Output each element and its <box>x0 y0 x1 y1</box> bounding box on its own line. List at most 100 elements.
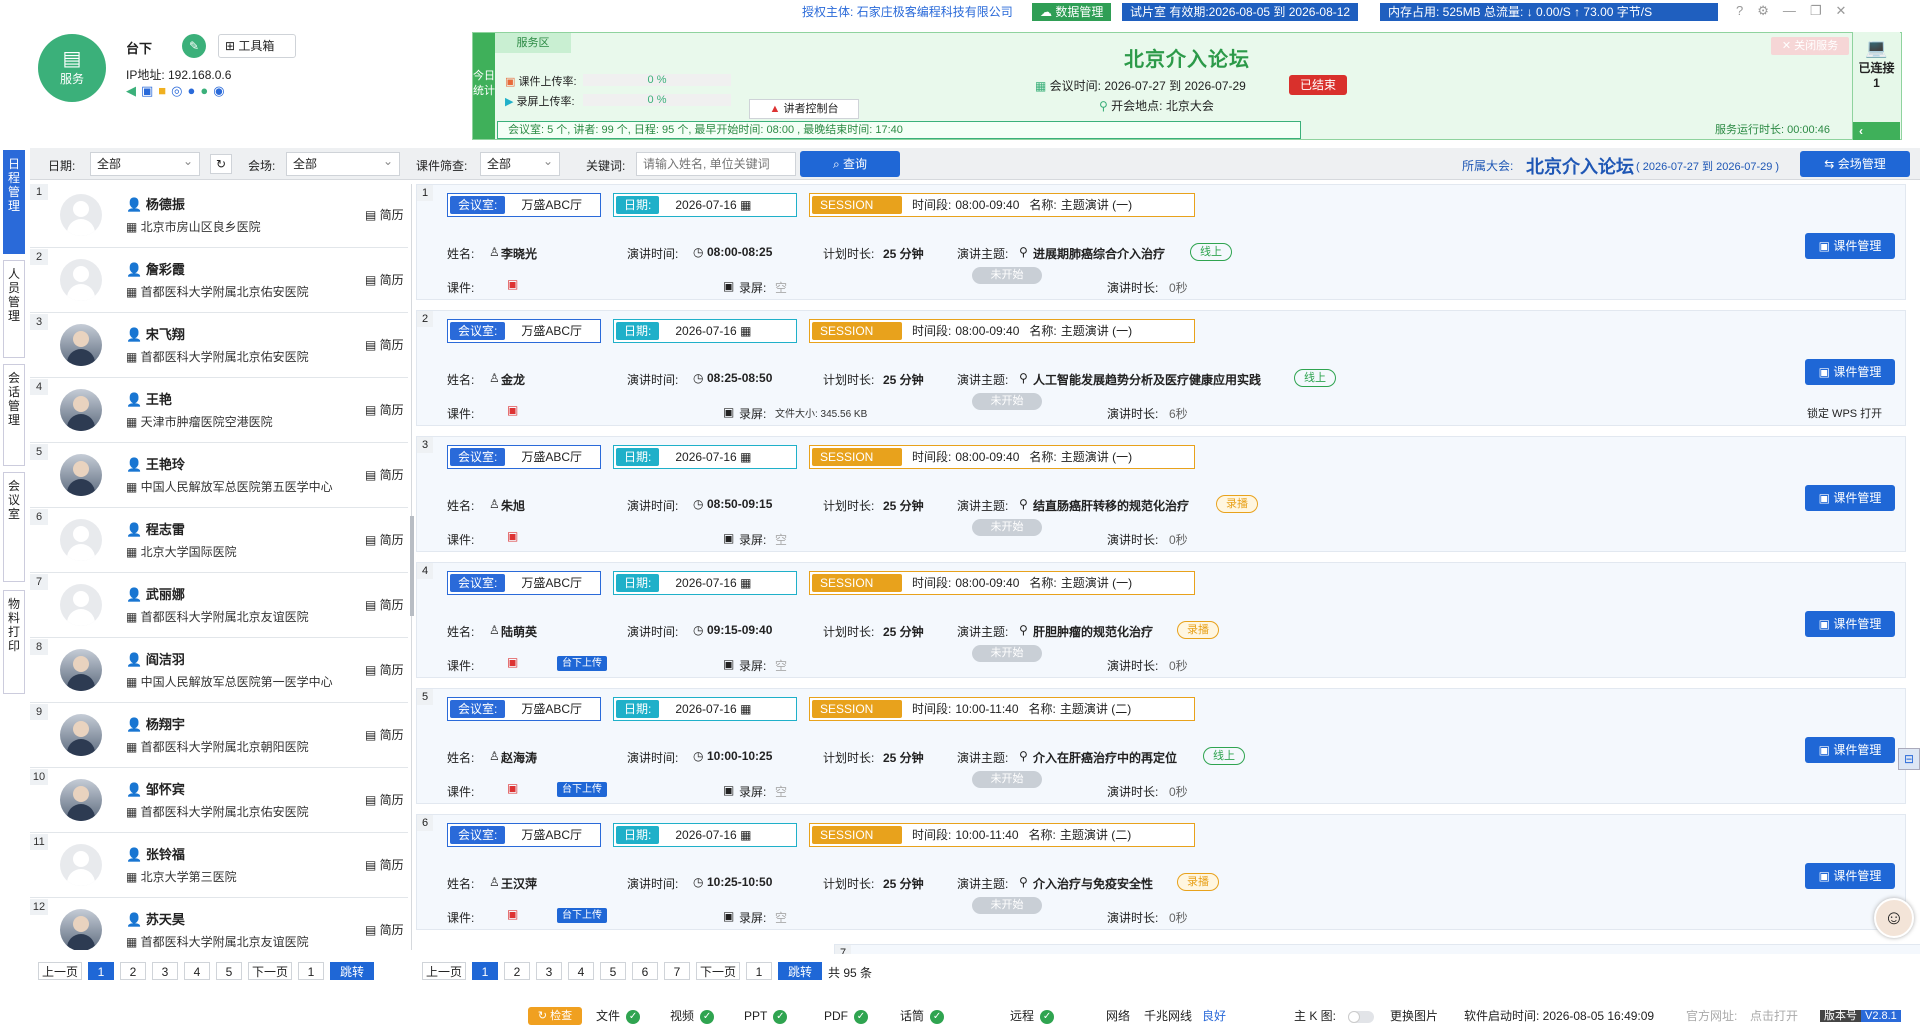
site-link[interactable]: 点击打开 <box>1750 1004 1798 1028</box>
document-icon: ▤ <box>365 663 380 677</box>
course-manage-button[interactable]: ▣ 课件管理 <box>1805 359 1895 385</box>
course-filter-select[interactable]: 全部 <box>480 150 560 176</box>
folder-icon[interactable]: ■ <box>158 83 171 98</box>
speaker-row[interactable]: 5 👤 王艳玲 ▦ 中国人民解放军总医院第五医学中心 ▤ 简历 <box>30 444 408 508</box>
jump-button[interactable]: 跳转 <box>778 962 822 980</box>
page-1[interactable]: 1 <box>88 962 114 980</box>
minimize-icon[interactable]: — <box>1783 3 1810 18</box>
data-mgmt-button[interactable]: ☁ 数据管理 <box>1032 3 1112 21</box>
speaker-row[interactable]: 10 👤 邹怀宾 ▦ 首都医科大学附属北京佑安医院 ▤ 简历 <box>30 769 408 833</box>
speaker-console-button[interactable]: ▲ 讲者控制台 <box>749 99 859 119</box>
close-service-button[interactable]: ✕ 关闭服务 <box>1771 37 1849 55</box>
toolbox-button[interactable]: ⊞ 工具箱 <box>218 34 296 58</box>
assistant-avatar-icon[interactable]: ☺ <box>1874 898 1914 938</box>
restore-icon[interactable]: ❐ <box>1810 3 1836 18</box>
tab-people[interactable]: 人员管理 <box>3 260 25 358</box>
wechat-icon[interactable]: ● <box>200 83 213 98</box>
wps-open-link[interactable]: 锁定 WPS 打开 <box>1807 405 1882 421</box>
speaker-row[interactable]: 3 👤 宋飞翔 ▦ 首都医科大学附属北京佑安医院 ▤ 简历 <box>30 314 408 378</box>
tab-schedule[interactable]: 日程管理 <box>3 150 25 254</box>
calendar-icon[interactable]: ▦ <box>737 450 751 464</box>
speaker-row[interactable]: 9 👤 杨翔宇 ▦ 首都医科大学附属北京朝阳医院 ▤ 简历 <box>30 704 408 768</box>
speaker-icon[interactable]: ◀ <box>126 83 141 98</box>
course-manage-button[interactable]: ▣ 课件管理 <box>1805 485 1895 511</box>
resume-button[interactable]: ▤ 简历 <box>365 401 404 418</box>
speaker-row[interactable]: 1 👤 杨德振 ▦ 北京市房山区良乡医院 ▤ 简历 <box>30 184 408 248</box>
resume-button[interactable]: ▤ 简历 <box>365 726 404 743</box>
resume-button[interactable]: ▤ 简历 <box>365 921 404 938</box>
side-panel-icon[interactable]: ⊟ <box>1898 748 1920 770</box>
page-input[interactable]: 1 <box>298 962 324 980</box>
course-manage-button[interactable]: ▣ 课件管理 <box>1805 863 1895 889</box>
page-3[interactable]: 3 <box>152 962 178 980</box>
upload-button[interactable]: 台下上传 <box>557 908 607 923</box>
resume-button[interactable]: ▤ 简历 <box>365 206 404 223</box>
prev-page-button[interactable]: 上一页 <box>38 962 82 980</box>
course-manage-button[interactable]: ▣ 课件管理 <box>1805 737 1895 763</box>
resume-button[interactable]: ▤ 简历 <box>365 271 404 288</box>
resume-button[interactable]: ▤ 简历 <box>365 856 404 873</box>
calendar-icon[interactable]: ▦ <box>737 198 751 212</box>
speaker-row[interactable]: 11 👤 张铃福 ▦ 北京大学第三医院 ▤ 简历 <box>30 834 408 898</box>
next-page-button[interactable]: 下一页 <box>248 962 292 980</box>
speaker-row[interactable]: 7 👤 武丽娜 ▦ 首都医科大学附属北京友谊医院 ▤ 简历 <box>30 574 408 638</box>
speaker-row[interactable]: 6 👤 程志雷 ▦ 北京大学国际医院 ▤ 简历 <box>30 509 408 573</box>
speaker-row[interactable]: 4 👤 王艳 ▦ 天津市肿瘤医院空港医院 ▤ 简历 <box>30 379 408 443</box>
swap-image-link[interactable]: 更换图片 <box>1390 1004 1438 1028</box>
k-toggle[interactable] <box>1348 1011 1374 1023</box>
course-manage-button[interactable]: ▣ 课件管理 <box>1805 611 1895 637</box>
monitor-icon[interactable]: ▣ <box>141 83 158 98</box>
page-2[interactable]: 2 <box>504 962 530 980</box>
refresh-icon[interactable]: ↻ <box>210 154 232 174</box>
query-button[interactable]: ⌕ 查询 <box>800 151 900 177</box>
upload-button[interactable]: 台下上传 <box>557 656 607 671</box>
file-icon: ▣ <box>505 76 519 88</box>
upload-button[interactable]: 台下上传 <box>557 782 607 797</box>
tab-print[interactable]: 物料打印 <box>3 590 25 694</box>
jump-button[interactable]: 跳转 <box>330 962 374 980</box>
network-icon[interactable]: ◎ <box>171 83 187 98</box>
page-2[interactable]: 2 <box>120 962 146 980</box>
keyword-input[interactable] <box>636 152 796 176</box>
check-button[interactable]: ↻ 检查 <box>528 1007 582 1025</box>
service-logo[interactable]: ▤ 服务 <box>38 34 106 102</box>
help-icon[interactable]: ? <box>1736 3 1757 18</box>
date-select[interactable]: 全部 <box>90 150 200 176</box>
page-4[interactable]: 4 <box>184 962 210 980</box>
page-5[interactable]: 5 <box>600 962 626 980</box>
tab-session[interactable]: 会话管理 <box>3 364 25 466</box>
edit-icon[interactable]: ✎ <box>182 34 206 58</box>
calendar-icon[interactable]: ▦ <box>737 702 751 716</box>
page-input[interactable]: 1 <box>746 962 772 980</box>
resume-button[interactable]: ▤ 简历 <box>365 336 404 353</box>
page-5[interactable]: 5 <box>216 962 242 980</box>
resume-button[interactable]: ▤ 简历 <box>365 466 404 483</box>
venue-select[interactable]: 全部 <box>286 150 400 176</box>
speaker-row[interactable]: 8 👤 阎洁羽 ▦ 中国人民解放军总医院第一医学中心 ▤ 简历 <box>30 639 408 703</box>
globe-icon[interactable]: ● <box>188 83 201 98</box>
calendar-icon[interactable]: ▦ <box>737 324 751 338</box>
prev-page-button[interactable]: 上一页 <box>422 962 466 980</box>
search-icon[interactable]: ◉ <box>213 83 229 98</box>
calendar-icon[interactable]: ▦ <box>737 576 751 590</box>
gear-icon[interactable]: ⚙ <box>1757 3 1783 18</box>
resume-button[interactable]: ▤ 简历 <box>365 531 404 548</box>
resume-button[interactable]: ▤ 简历 <box>365 596 404 613</box>
page-7[interactable]: 7 <box>664 962 690 980</box>
collapse-icon[interactable]: ‹ <box>1853 122 1900 140</box>
course-manage-button[interactable]: ▣ 课件管理 <box>1805 233 1895 259</box>
page-6[interactable]: 6 <box>632 962 658 980</box>
next-page-button[interactable]: 下一页 <box>696 962 740 980</box>
tab-room[interactable]: 会议室 <box>3 472 25 582</box>
page-3[interactable]: 3 <box>536 962 562 980</box>
list-scrollbar[interactable] <box>410 516 414 616</box>
close-icon[interactable]: ✕ <box>1836 3 1861 18</box>
calendar-icon[interactable]: ▦ <box>737 828 751 842</box>
page-4[interactable]: 4 <box>568 962 594 980</box>
speaker-row[interactable]: 2 👤 詹彩霞 ▦ 首都医科大学附属北京佑安医院 ▤ 简历 <box>30 249 408 313</box>
resume-button[interactable]: ▤ 简历 <box>365 661 404 678</box>
speaker-row[interactable]: 12 👤 苏天昊 ▦ 首都医科大学附属北京友谊医院 ▤ 简历 <box>30 899 408 950</box>
venue-mgmt-button[interactable]: ⇆ 会场管理 <box>1800 151 1910 177</box>
page-1[interactable]: 1 <box>472 962 498 980</box>
resume-button[interactable]: ▤ 简历 <box>365 791 404 808</box>
